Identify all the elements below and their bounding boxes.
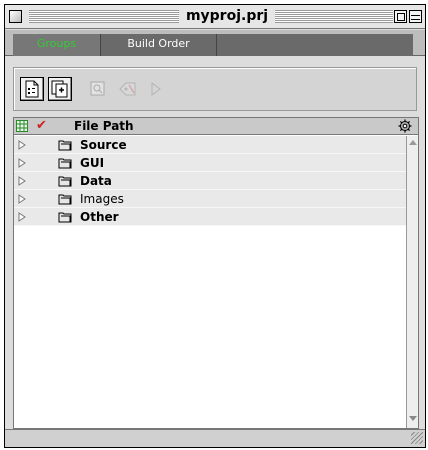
list-item-label: Other [80,210,119,224]
list-item-data[interactable]: Data [14,172,406,190]
new-file-button[interactable] [20,77,44,101]
list-item-label: Data [80,174,112,188]
disclosure-triangle-icon[interactable] [18,176,26,186]
folder-icon [58,212,72,223]
checkmark-icon[interactable]: ✔ [36,118,47,133]
group-rows: Source GUI Data Images Other [14,136,406,226]
copy-pages-button[interactable] [48,77,72,101]
tabs: Groups Build Order [13,34,413,56]
folder-icon [58,194,72,205]
window-title: myproj.prj [179,8,275,24]
scroll-up-arrow-icon[interactable] [409,140,417,145]
list-item-source[interactable]: Source [14,136,406,154]
disclosure-triangle-icon[interactable] [18,212,26,222]
tag-button[interactable] [116,77,140,101]
list-header: ✔ File Path [14,118,418,135]
tab-build-order[interactable]: Build Order [101,34,217,56]
list-item-label: Images [80,192,124,206]
resize-grip-icon[interactable] [411,432,423,444]
scroll-down-arrow-icon[interactable] [409,416,417,421]
folder-icon [58,158,72,169]
status-bar [5,429,425,447]
list-item-gui[interactable]: GUI [14,154,406,172]
title-bar[interactable]: myproj.prj [5,5,425,29]
gear-icon[interactable] [398,119,412,133]
column-header-file-path[interactable]: File Path [74,119,134,133]
collapse-box[interactable] [409,10,422,23]
project-window: myproj.prj Groups Build Order ✔ File Pat… [4,4,426,448]
tab-bar: Groups Build Order [5,30,425,56]
toolbar-panel [13,67,417,111]
tag-icon [119,82,136,96]
folder-icon [58,140,72,151]
zoom-box[interactable] [394,10,407,23]
grid-icon[interactable] [16,120,28,132]
disclosure-triangle-icon[interactable] [18,158,26,168]
play-icon [151,82,161,96]
tab-groups[interactable]: Groups [13,34,101,56]
title-stripes-left [29,10,179,23]
inspect-button[interactable] [86,77,110,101]
list-item-images[interactable]: Images [14,190,406,208]
toolbar [5,57,425,117]
disclosure-triangle-icon[interactable] [18,140,26,150]
close-box[interactable] [9,10,22,23]
file-list: ✔ File Path Source GUI Data Images Other [13,117,419,429]
inspect-icon [90,81,105,96]
folder-icon [58,176,72,187]
vertical-scrollbar[interactable] [406,136,418,428]
list-item-other[interactable]: Other [14,208,406,226]
title-stripes-right [275,10,393,23]
list-item-label: GUI [80,156,105,170]
disclosure-triangle-icon[interactable] [18,194,26,204]
list-item-label: Source [80,138,127,152]
copy-pages-icon [51,80,68,98]
run-button[interactable] [144,77,168,101]
new-file-icon [25,80,39,98]
